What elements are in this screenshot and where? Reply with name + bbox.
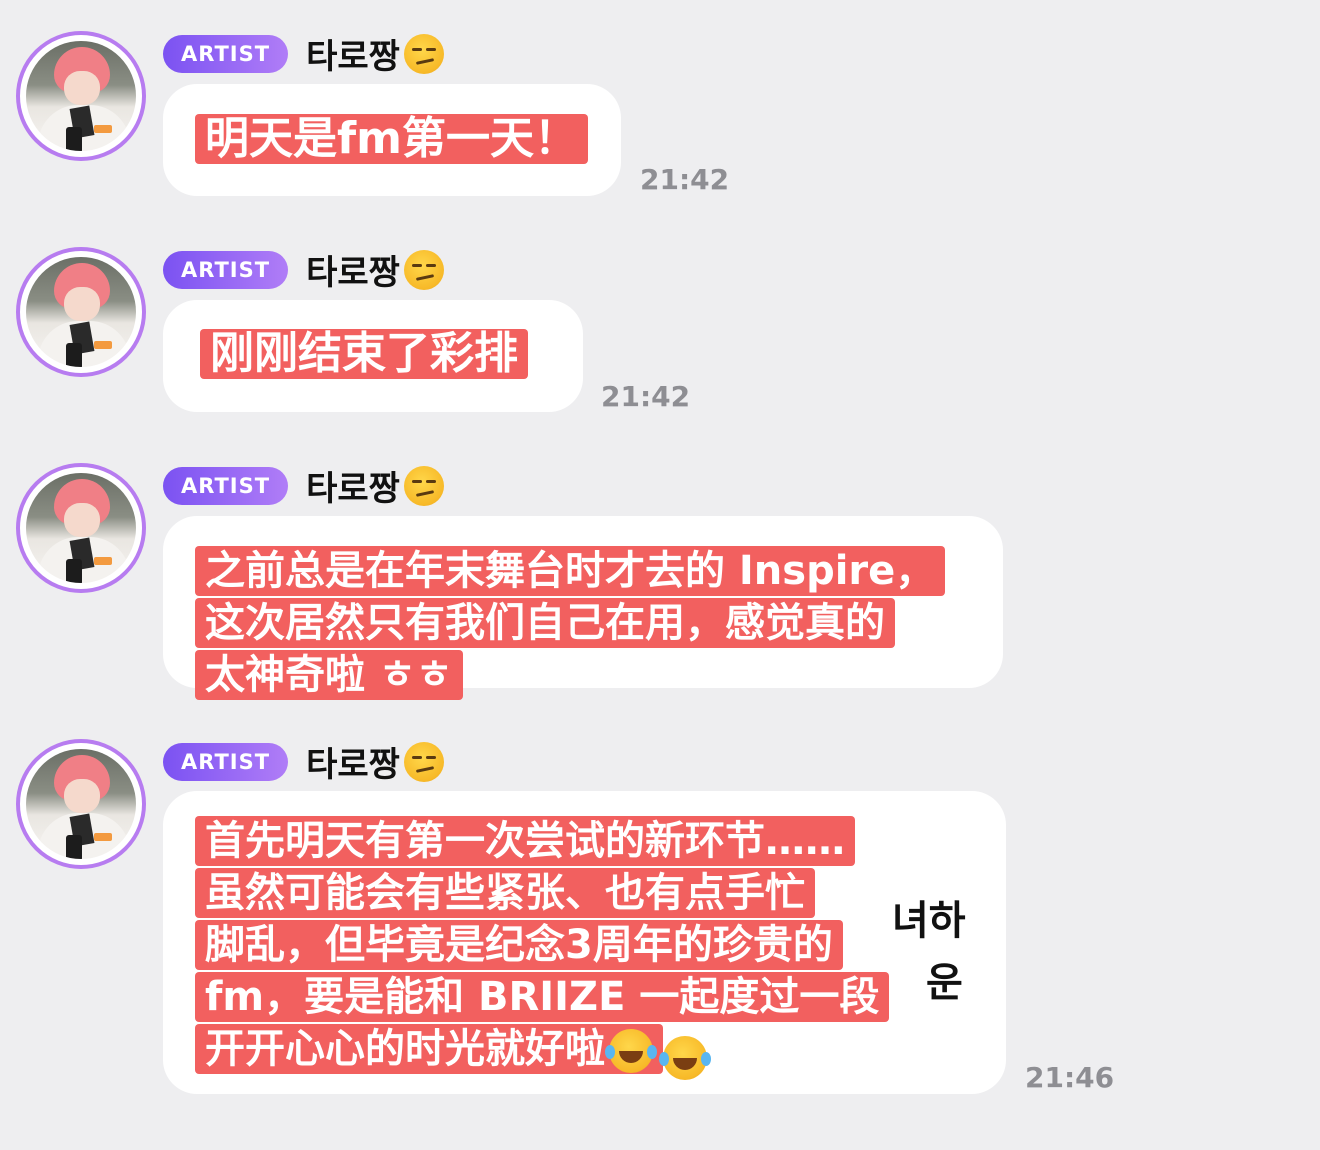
sender-name[interactable]: 타로짱 [306,461,400,510]
underlying-text: 운 [926,960,963,1006]
laughing-tears-icon [659,1035,711,1080]
laughing-tears-icon [605,1029,657,1073]
artist-badge: ARTIST [163,250,289,289]
smirking-face-icon [403,741,444,782]
message-text: 明天是fm第一天！ [195,114,588,166]
artist-badge: ARTIST [163,742,289,781]
avatar-photo [26,257,136,367]
message-text: 首先明天有第一次尝试的新环节…… 虽然可能会有些紧张、也有点手忙 脚乱，但毕竟是… [195,816,890,1080]
message-line: fm，要是能和 BRIIZE 一起度过一段 [195,972,890,1022]
message-text: 之前总是在年末舞台时才去的 Inspire， 这次居然只有我们自己在用，感觉真的… [195,546,946,702]
message-line: 之前总是在年末舞台时才去的 Inspire， [195,546,946,596]
avatar[interactable] [16,31,146,161]
artist-badge: ARTIST [163,466,289,505]
message-line: 开开心心的时光就好啦 [195,1024,663,1074]
message-line: 虽然可能会有些紧张、也有点手忙 [195,868,815,918]
avatar-photo [26,749,136,859]
message-time: 21:42 [640,163,730,196]
avatar-photo [26,41,136,151]
message-line-text: 开开心心的时光就好啦 [205,1026,605,1072]
message-line: 这次居然只有我们自己在用，感觉真的 [195,598,895,648]
message-time: 21:42 [601,380,691,413]
message-line: 脚乱，但毕竟是纪念3周年的珍贵的 [195,920,843,970]
avatar[interactable] [16,463,146,593]
message-line: 明天是fm第一天！ [195,114,588,164]
smirking-face-icon [403,249,444,290]
sender-name[interactable]: 타로짱 [306,737,400,786]
message-line: 太神奇啦 ㅎㅎ [195,650,463,700]
smirking-face-icon [403,33,444,74]
avatar[interactable] [16,739,146,869]
avatar[interactable] [16,247,146,377]
message-line: 首先明天有第一次尝试的新环节…… [195,816,855,866]
sender-name[interactable]: 타로짱 [306,245,400,294]
message-time: 21:46 [1025,1061,1115,1094]
artist-badge: ARTIST [163,34,289,73]
underlying-text: 녀하 [892,898,966,944]
message-line: 刚刚结束了彩排 [200,329,528,379]
sender-name[interactable]: 타로짱 [306,29,400,78]
smirking-face-icon [403,465,444,506]
avatar-photo [26,473,136,583]
message-text: 刚刚结束了彩排 [200,329,528,381]
